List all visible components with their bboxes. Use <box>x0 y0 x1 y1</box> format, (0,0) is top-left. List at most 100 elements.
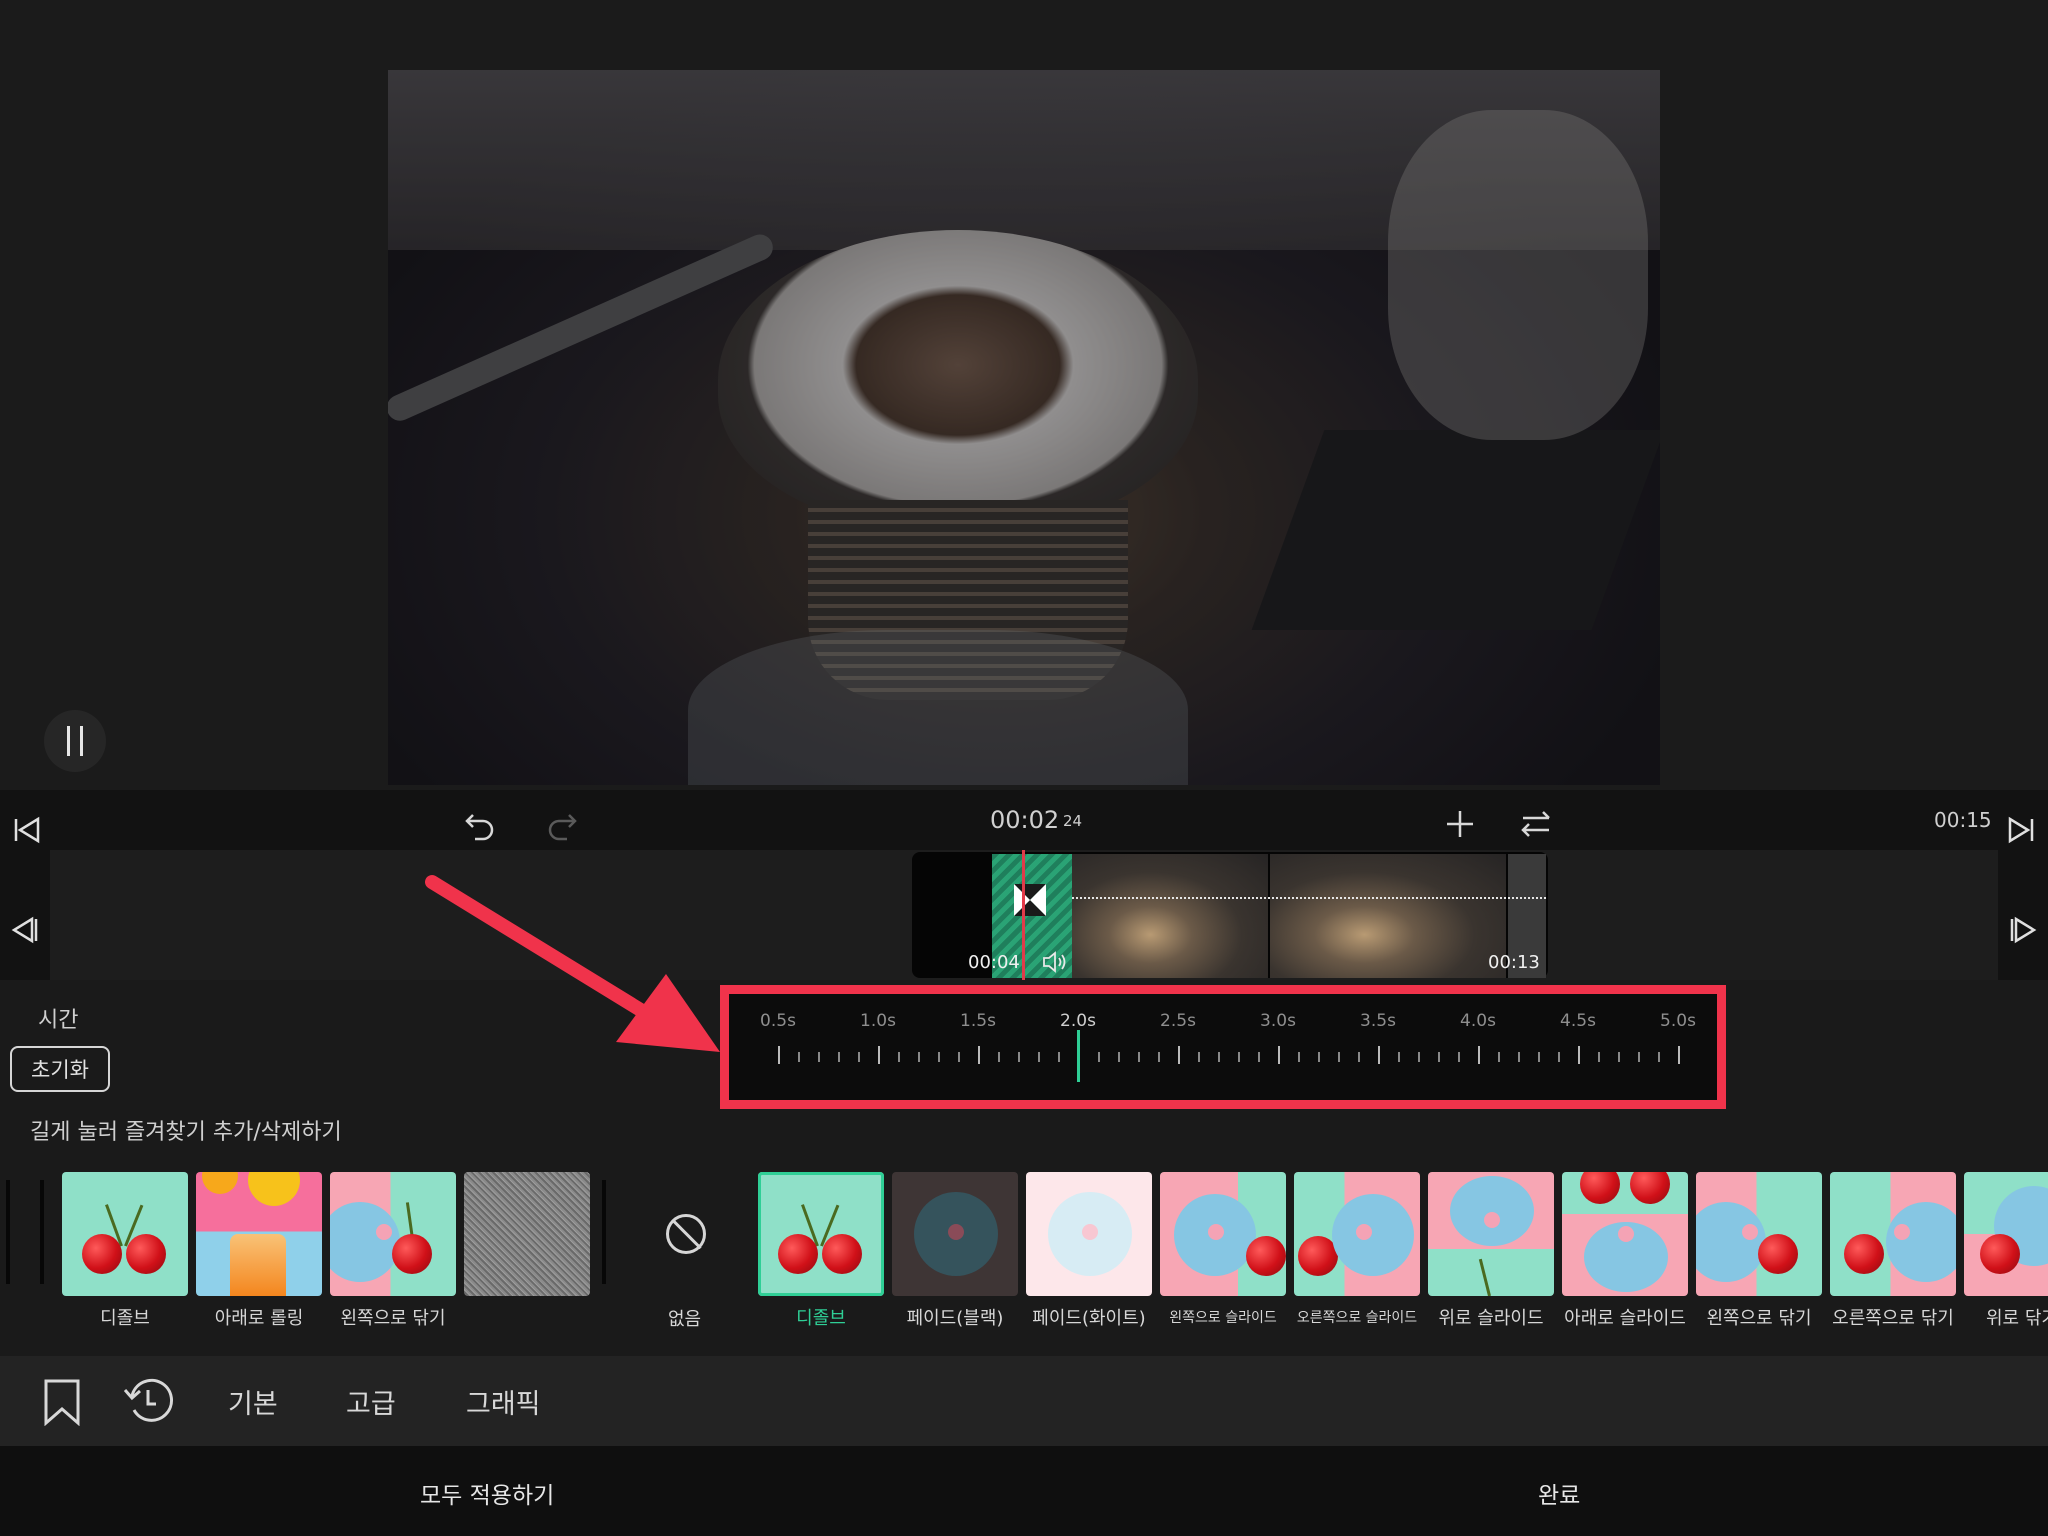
transition-label: 왼쪽으로 닦기 <box>1706 1308 1812 1329</box>
tab-advanced[interactable]: 고급 <box>346 1382 396 1421</box>
ruler-minor-tick <box>1518 1052 1520 1062</box>
slide-right-thumbnail <box>1294 1172 1420 1296</box>
duration-label: 시간 <box>38 1008 79 1033</box>
duration-ruler[interactable] <box>720 985 1726 1109</box>
previous-frame-icon[interactable] <box>6 910 46 950</box>
transition-wipe-left[interactable]: 왼쪽으로 닦기 <box>1696 1172 1822 1330</box>
ruler-minor-tick <box>1538 1052 1540 1062</box>
ruler-minor-tick <box>1118 1052 1120 1062</box>
undo-icon[interactable] <box>460 804 500 844</box>
ruler-minor-tick <box>1218 1052 1220 1062</box>
next-frame-icon[interactable] <box>2002 910 2042 950</box>
swap-icon[interactable] <box>1516 804 1556 844</box>
ruler-minor-tick <box>838 1052 840 1062</box>
ruler-minor-tick <box>858 1052 860 1062</box>
favorite-hint: 길게 눌러 즐겨찾기 추가/삭제하기 <box>30 1120 342 1145</box>
redo-icon[interactable] <box>542 804 582 844</box>
pause-icon <box>67 726 70 756</box>
ruler-minor-tick <box>1238 1052 1240 1062</box>
transition-slide-down[interactable]: 아래로 슬라이드 <box>1562 1172 1688 1330</box>
jump-to-start-icon[interactable] <box>6 810 46 850</box>
ruler-major-tick <box>1578 1046 1580 1064</box>
transition-fade-white[interactable]: 페이드(화이트) <box>1026 1172 1152 1330</box>
wipe-left-thumbnail <box>1696 1172 1822 1296</box>
transition-slide-left[interactable]: 왼쪽으로 슬라이드 <box>1160 1172 1286 1327</box>
transition-dissolve[interactable]: 디졸브 <box>758 1172 884 1330</box>
transition-wipe-up[interactable]: 위로 닦기 <box>1964 1172 2048 1330</box>
ruler-minor-tick <box>1658 1052 1660 1062</box>
done-button[interactable]: 완료 <box>1538 1476 1580 1510</box>
ruler-minor-tick <box>1158 1052 1160 1062</box>
bookmark-icon[interactable] <box>40 1378 84 1427</box>
transition-wipe-right[interactable]: 오른쪽으로 닦기 <box>1830 1172 1956 1330</box>
no-transition-icon <box>666 1214 706 1254</box>
clip-start-time: 00:04 <box>968 952 1020 973</box>
ruler-minor-tick <box>1558 1052 1560 1062</box>
playhead[interactable] <box>1022 850 1025 980</box>
favorite-item-noise[interactable] <box>464 1172 590 1296</box>
history-icon[interactable] <box>122 1376 176 1428</box>
ruler-minor-tick <box>1058 1052 1060 1062</box>
clip-thumbnail[interactable] <box>1270 854 1506 978</box>
tab-graphic[interactable]: 그래픽 <box>466 1382 541 1421</box>
ruler-minor-tick <box>1018 1052 1020 1062</box>
transition-slide-right[interactable]: 오른쪽으로 슬라이드 <box>1294 1172 1420 1327</box>
ruler-minor-tick <box>818 1052 820 1062</box>
ruler-major-tick <box>978 1046 980 1064</box>
clip-end-time: 00:13 <box>1488 952 1540 973</box>
jump-to-end-icon[interactable] <box>2002 810 2042 850</box>
transition-icon[interactable] <box>1012 882 1048 918</box>
video-preview[interactable] <box>388 70 1660 785</box>
ruler-minor-tick <box>898 1052 900 1062</box>
slide-down-thumbnail <box>1562 1172 1688 1296</box>
ruler-minor-tick <box>798 1052 800 1062</box>
favorite-item-wipe-left[interactable]: 왼쪽으로 닦기 <box>330 1172 456 1330</box>
ruler-minor-tick <box>938 1052 940 1062</box>
ruler-minor-tick <box>1198 1052 1200 1062</box>
ruler-minor-tick <box>1358 1052 1360 1062</box>
transition-fade-black[interactable]: 페이드(블랙) <box>892 1172 1018 1330</box>
category-bar <box>0 1356 2048 1446</box>
transition-slide-up[interactable]: 위로 슬라이드 <box>1428 1172 1554 1330</box>
ruler-tick-label: 2.0s <box>1060 1011 1096 1031</box>
ruler-minor-tick <box>1638 1052 1640 1062</box>
ruler-tick-label: 1.5s <box>960 1011 996 1031</box>
slide-left-thumbnail <box>1160 1172 1286 1296</box>
ruler-tick-label: 3.0s <box>1260 1011 1296 1031</box>
total-time: 00:15 <box>1934 808 1992 832</box>
transition-label: 위로 슬라이드 <box>1438 1308 1544 1329</box>
ruler-minor-tick <box>998 1052 1000 1062</box>
clip-thumbnail[interactable] <box>1072 854 1268 978</box>
pause-button[interactable] <box>44 710 106 772</box>
roll-down-thumbnail <box>196 1172 322 1296</box>
reset-button[interactable]: 초기화 <box>10 1046 110 1092</box>
ruler-major-tick <box>1478 1046 1480 1064</box>
fade-white-thumbnail <box>1026 1172 1152 1296</box>
favorite-item-roll-down[interactable]: 아래로 롤링 <box>196 1172 322 1330</box>
ruler-tick-label: 0.5s <box>760 1011 796 1031</box>
clip-guide-line <box>1072 897 1546 899</box>
wipe-right-thumbnail <box>1830 1172 1956 1296</box>
transition-label: 위로 닦기 <box>1986 1308 2048 1329</box>
ruler-minor-tick <box>1598 1052 1600 1062</box>
add-icon[interactable] <box>1440 804 1480 844</box>
ruler-major-tick <box>1278 1046 1280 1064</box>
dissolve-thumbnail <box>62 1172 188 1296</box>
apply-all-button[interactable]: 모두 적용하기 <box>420 1476 554 1510</box>
bottom-bar <box>0 1446 2048 1536</box>
transition-label: 디졸브 <box>796 1308 846 1329</box>
ruler-minor-tick <box>1318 1052 1320 1062</box>
ruler-minor-tick <box>1098 1052 1100 1062</box>
favorite-item-dissolve[interactable]: 디졸브 <box>62 1172 188 1330</box>
ruler-minor-tick <box>1458 1052 1460 1062</box>
speaker-icon[interactable] <box>1042 951 1068 973</box>
tab-basic[interactable]: 기본 <box>228 1382 278 1421</box>
ruler-minor-tick <box>1298 1052 1300 1062</box>
dim-overlay <box>388 70 1660 785</box>
ruler-minor-tick <box>1338 1052 1340 1062</box>
scroll-edge <box>602 1180 606 1284</box>
wipe-left-thumbnail <box>330 1172 456 1296</box>
ruler-tick-label: 5.0s <box>1660 1011 1696 1031</box>
ruler-selected-indicator[interactable] <box>1077 1030 1080 1082</box>
ruler-tick-label: 2.5s <box>1160 1011 1196 1031</box>
